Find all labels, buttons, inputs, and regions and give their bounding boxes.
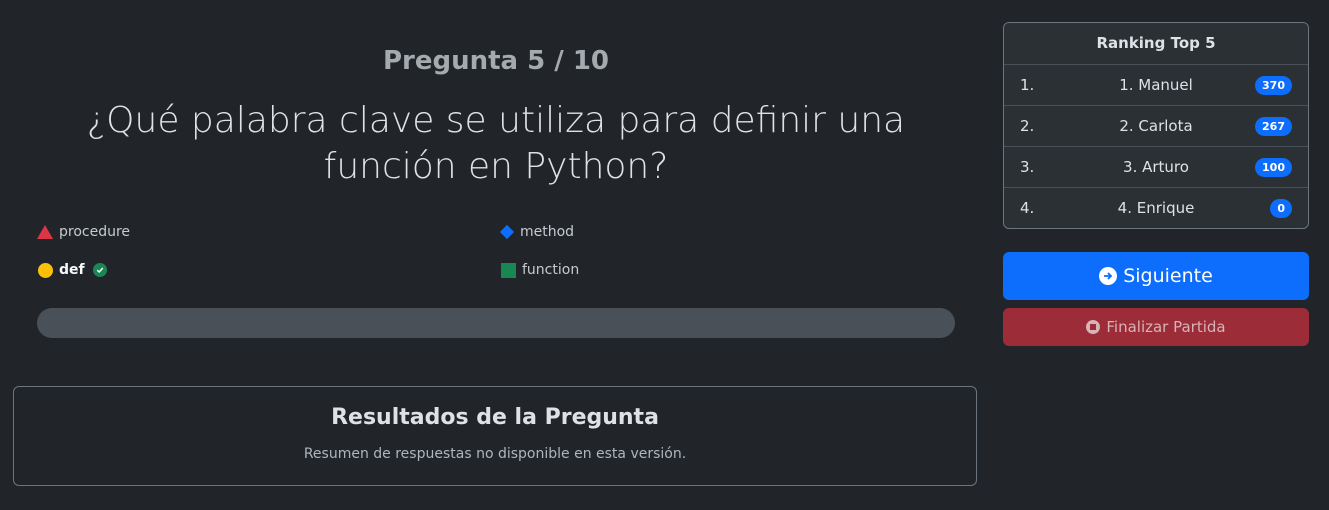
triangle-icon: [37, 225, 53, 239]
ranking-row: 4. 4. Enrique 0: [1004, 188, 1308, 228]
results-summary: Resumen de respuestas no disponible en e…: [303, 446, 687, 462]
option-procedure: procedure: [37, 224, 130, 240]
ranking-row: 3. 3. Arturo 100: [1004, 147, 1308, 188]
progress-bar: [37, 308, 955, 338]
score-badge: 0: [1270, 198, 1292, 218]
ranking-card: Ranking Top 5 1. 1. Manuel 370 2. 2. Car…: [1003, 22, 1309, 229]
question-counter: Pregunta 5 / 10: [382, 46, 610, 76]
option-function: function: [501, 262, 579, 278]
option-label: procedure: [59, 224, 131, 240]
score-badge: 370: [1255, 75, 1292, 95]
score-badge: 100: [1255, 157, 1292, 177]
next-button-label: Siguiente: [1123, 265, 1213, 287]
option-label: def: [59, 262, 85, 278]
square-icon: [501, 262, 516, 278]
score-badge: 267: [1255, 116, 1292, 136]
end-game-button-label: Finalizar Partida: [1106, 318, 1226, 336]
results-title: Resultados de la Pregunta: [331, 405, 659, 430]
diamond-icon: [499, 224, 515, 240]
ranking-title: Ranking Top 5: [1004, 23, 1308, 65]
end-game-button[interactable]: Finalizar Partida: [1003, 308, 1309, 346]
results-card: Resultados de la Pregunta Resumen de res…: [13, 386, 977, 486]
option-label: function: [522, 262, 580, 278]
option-def: def: [38, 262, 107, 278]
player-name: 4. Enrique: [1117, 199, 1195, 217]
check-circle-icon: [92, 263, 107, 277]
next-button[interactable]: Siguiente: [1003, 252, 1309, 300]
question-text: ¿Qué palabra clave se utiliza para defin…: [86, 100, 906, 187]
arrow-right-circle-icon: [1099, 267, 1118, 285]
stop-circle-icon: [1086, 320, 1101, 334]
option-label: method: [520, 224, 575, 240]
ranking-row: 2. 2. Carlota 267: [1004, 106, 1308, 147]
ranking-row: 1. 1. Manuel 370: [1004, 65, 1308, 106]
option-method: method: [499, 224, 575, 240]
circle-icon: [38, 262, 53, 278]
